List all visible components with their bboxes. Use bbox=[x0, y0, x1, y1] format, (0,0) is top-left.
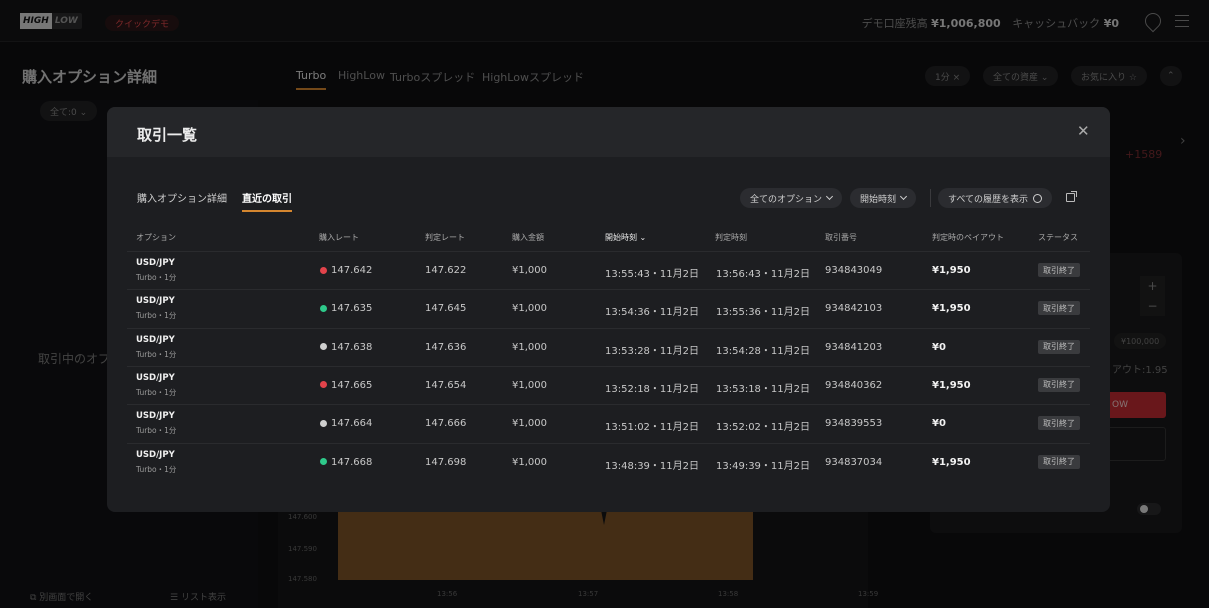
payout: ¥1,950 bbox=[932, 379, 971, 391]
start-time: 13:52:18・11月2日 bbox=[605, 383, 699, 395]
status-badge: 取引終了 bbox=[1038, 339, 1080, 354]
status-badge: 取引終了 bbox=[1038, 416, 1080, 431]
option-pair: USD/JPY bbox=[136, 411, 175, 422]
divider bbox=[930, 189, 931, 207]
trade-number: 934839553 bbox=[825, 418, 883, 430]
table-row[interactable]: USD/JPY Turbo・1分 147.635 147.645 ¥1,000 13:54… bbox=[127, 289, 1090, 327]
option-pair: USD/JPY bbox=[136, 296, 175, 307]
option-pair: USD/JPY bbox=[136, 334, 175, 345]
purchase-amount: ¥1,000 bbox=[512, 265, 547, 276]
column-header-start-time[interactable]: 開始時刻 ⌄ bbox=[605, 232, 646, 243]
option-type: Turbo・1分 bbox=[136, 273, 177, 282]
chevron-down-icon bbox=[825, 192, 834, 201]
buy-rate: 147.642 bbox=[331, 265, 373, 276]
column-header-judge-time[interactable]: 判定時刻 bbox=[715, 232, 747, 243]
table-row[interactable]: USD/JPY Turbo・1分 147.642 147.622 ¥1,000 13:55… bbox=[127, 251, 1090, 289]
judge-rate: 147.645 bbox=[425, 303, 467, 315]
option-type: Turbo・1分 bbox=[136, 387, 177, 397]
start-time-header-label: 開始時刻 bbox=[605, 233, 637, 242]
column-header-status: ステータス bbox=[1038, 233, 1078, 242]
tab-purchase-details[interactable]: 購入オプション詳細 bbox=[137, 190, 227, 205]
start-time: 13:54:36・11月2日 bbox=[605, 307, 699, 319]
trade-number: 934837034 bbox=[825, 456, 883, 468]
option-type: Turbo・1分 bbox=[136, 464, 177, 474]
payout: ¥1,950 bbox=[932, 303, 971, 315]
tab-recent-trades[interactable]: 直近の取引 bbox=[242, 190, 292, 212]
table-row[interactable]: USD/JPY Turbo・1分 147.664 147.666 ¥1,000 13:51… bbox=[127, 404, 1090, 442]
buy-rate: 147.668 bbox=[331, 456, 373, 468]
clock-icon bbox=[1033, 193, 1043, 203]
option-type: Turbo・1分 bbox=[136, 349, 177, 359]
direction-icon bbox=[320, 343, 327, 351]
judge-time: 13:53:18・11月2日 bbox=[716, 383, 810, 395]
judge-rate: 147.698 bbox=[425, 456, 467, 468]
trade-list-modal: 取引一覧 ✕ 購入オプション詳細 直近の取引 全てのオプション 開始時刻 すべて… bbox=[107, 107, 1110, 512]
trade-number: 934843049 bbox=[825, 265, 883, 276]
column-header-option: オプション bbox=[136, 233, 176, 242]
start-time-label: 開始時刻 bbox=[860, 194, 897, 205]
table-row[interactable]: USD/JPY Turbo・1分 147.665 147.654 ¥1,000 13:52… bbox=[127, 365, 1090, 404]
purchase-amount: ¥1,000 bbox=[512, 379, 547, 391]
trade-number: 934840362 bbox=[825, 379, 883, 391]
column-header-trade-no[interactable]: 取引番号 bbox=[825, 232, 857, 243]
direction-icon bbox=[320, 419, 327, 427]
judge-time: 13:49:39・11月2日 bbox=[716, 460, 810, 472]
option-pair: USD/JPY bbox=[136, 372, 175, 383]
start-time: 13:55:43・11月2日 bbox=[605, 269, 699, 280]
column-header-payout[interactable]: 判定時のペイアウト bbox=[932, 232, 1004, 243]
direction-icon bbox=[320, 458, 327, 465]
status-badge: 取引終了 bbox=[1038, 454, 1080, 469]
judge-rate: 147.666 bbox=[425, 418, 467, 430]
option-pair: USD/JPY bbox=[136, 258, 175, 268]
status-badge: 取引終了 bbox=[1038, 377, 1080, 392]
purchase-amount: ¥1,000 bbox=[512, 456, 547, 468]
chevron-down-icon bbox=[899, 192, 908, 201]
column-header-buy-rate[interactable]: 購入レート bbox=[319, 232, 359, 243]
status-badge: 取引終了 bbox=[1038, 263, 1080, 277]
judge-time: 13:52:02・11月2日 bbox=[716, 422, 810, 434]
purchase-amount: ¥1,000 bbox=[512, 341, 547, 353]
direction-icon bbox=[320, 304, 327, 312]
option-type: Turbo・1分 bbox=[136, 311, 177, 321]
buy-rate: 147.665 bbox=[331, 379, 373, 391]
buy-rate: 147.664 bbox=[331, 418, 373, 430]
column-header-amount[interactable]: 購入金額 bbox=[512, 232, 544, 243]
close-icon[interactable]: ✕ bbox=[1077, 122, 1090, 140]
trade-number: 934842103 bbox=[825, 303, 883, 315]
start-time-dropdown[interactable]: 開始時刻 bbox=[850, 188, 917, 208]
all-options-dropdown[interactable]: 全てのオプション bbox=[740, 188, 843, 208]
judge-rate: 147.636 bbox=[425, 341, 467, 353]
direction-icon bbox=[320, 381, 327, 389]
start-time: 13:53:28・11月2日 bbox=[605, 345, 699, 357]
column-header-judge-rate[interactable]: 判定レート bbox=[425, 232, 465, 243]
start-time: 13:48:39・11月2日 bbox=[605, 460, 699, 472]
purchase-amount: ¥1,000 bbox=[512, 303, 547, 315]
option-type: Turbo・1分 bbox=[136, 426, 177, 436]
judge-time: 13:56:43・11月2日 bbox=[716, 269, 810, 280]
modal-header bbox=[107, 107, 1110, 157]
judge-time: 13:55:36・11月2日 bbox=[716, 307, 810, 319]
payout: ¥0 bbox=[932, 418, 946, 430]
trade-number: 934841203 bbox=[825, 341, 883, 353]
judge-rate: 147.654 bbox=[425, 379, 467, 391]
payout: ¥0 bbox=[932, 341, 946, 353]
show-all-history-label: すべての履歴を表示 bbox=[948, 194, 1029, 205]
all-options-label: 全てのオプション bbox=[750, 194, 823, 205]
modal-title: 取引一覧 bbox=[137, 126, 198, 144]
buy-rate: 147.638 bbox=[331, 341, 373, 353]
payout: ¥1,950 bbox=[932, 265, 971, 276]
option-pair: USD/JPY bbox=[136, 449, 175, 460]
purchase-amount: ¥1,000 bbox=[512, 418, 547, 430]
judge-rate: 147.622 bbox=[425, 265, 467, 276]
start-time: 13:51:02・11月2日 bbox=[605, 422, 699, 434]
buy-rate: 147.635 bbox=[331, 303, 373, 315]
table-row[interactable]: USD/JPY Turbo・1分 147.668 147.698 ¥1,000 13:48… bbox=[127, 442, 1090, 481]
payout: ¥1,950 bbox=[932, 456, 971, 468]
show-all-history-button[interactable]: すべての履歴を表示 bbox=[938, 188, 1053, 208]
direction-icon bbox=[320, 266, 327, 274]
judge-time: 13:54:28・11月2日 bbox=[716, 345, 810, 357]
status-badge: 取引終了 bbox=[1038, 301, 1080, 316]
table-row[interactable]: USD/JPY Turbo・1分 147.638 147.636 ¥1,000 13:53… bbox=[127, 327, 1090, 366]
external-link-icon[interactable] bbox=[1066, 191, 1077, 202]
